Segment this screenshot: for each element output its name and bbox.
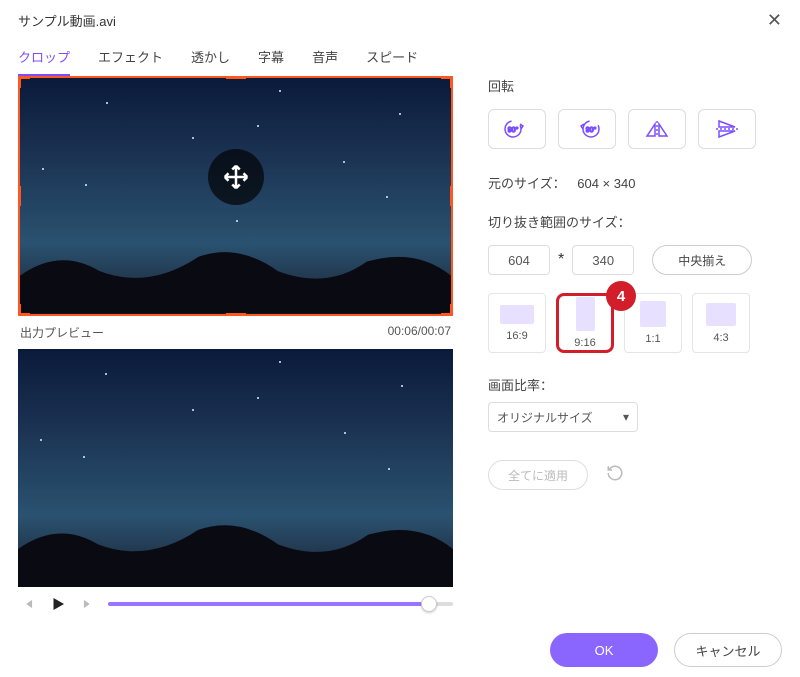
- reset-icon[interactable]: [606, 464, 624, 487]
- next-frame-button[interactable]: [78, 597, 98, 611]
- center-align-button[interactable]: 中央揃え: [652, 245, 752, 275]
- multiply-label: *: [558, 251, 564, 269]
- rotate-ccw-button[interactable]: 90°: [558, 109, 616, 149]
- move-icon[interactable]: [208, 149, 264, 205]
- cancel-button[interactable]: キャンセル: [674, 633, 782, 667]
- preview-label: 出力プレビュー: [20, 324, 104, 341]
- original-size-value: 604 × 340: [577, 176, 635, 191]
- step-callout: 4: [606, 281, 636, 311]
- ratio-value: オリジナルサイズ: [497, 409, 593, 426]
- tab-4[interactable]: 音声: [312, 47, 338, 76]
- aspect-label: 4:3: [713, 332, 728, 344]
- aspect-4-3[interactable]: 4:3: [692, 293, 750, 353]
- tab-3[interactable]: 字幕: [258, 47, 284, 76]
- close-icon[interactable]: ✕: [767, 10, 782, 31]
- original-size-label: 元のサイズ：: [488, 176, 566, 191]
- flip-vertical-button[interactable]: [698, 109, 756, 149]
- tab-5[interactable]: スピード: [366, 47, 418, 76]
- rotate-label: 回転: [488, 76, 782, 95]
- svg-text:90°: 90°: [586, 126, 597, 134]
- aspect-label: 1:1: [645, 333, 660, 345]
- apply-all-button[interactable]: 全てに適用: [488, 460, 588, 490]
- ok-button[interactable]: OK: [550, 633, 658, 667]
- output-preview: [18, 349, 453, 587]
- chevron-down-icon: ▾: [623, 410, 629, 424]
- crop-width-input[interactable]: [488, 245, 550, 275]
- tab-2[interactable]: 透かし: [191, 47, 230, 76]
- time-display: 00:06/00:07: [388, 324, 451, 341]
- prev-frame-button[interactable]: [18, 597, 38, 611]
- crop-size-label: 切り抜き範囲のサイズ：: [488, 212, 782, 231]
- flip-horizontal-button[interactable]: [628, 109, 686, 149]
- rotate-cw-button[interactable]: 90°: [488, 109, 546, 149]
- aspect-9-16[interactable]: 9:16: [556, 293, 614, 353]
- crop-height-input[interactable]: [572, 245, 634, 275]
- tab-1[interactable]: エフェクト: [98, 47, 163, 76]
- window-title: サンプル動画.avi: [18, 11, 116, 30]
- tab-0[interactable]: クロップ: [18, 47, 70, 76]
- ratio-select[interactable]: オリジナルサイズ ▾: [488, 402, 638, 432]
- aspect-label: 9:16: [574, 337, 595, 349]
- crop-preview[interactable]: [18, 76, 453, 316]
- play-button[interactable]: [48, 595, 68, 613]
- playback-slider[interactable]: [108, 602, 453, 606]
- aspect-label: 16:9: [506, 330, 527, 342]
- aspect-16-9[interactable]: 16:9: [488, 293, 546, 353]
- svg-text:90°: 90°: [508, 126, 519, 134]
- ratio-label: 画面比率：: [488, 375, 782, 394]
